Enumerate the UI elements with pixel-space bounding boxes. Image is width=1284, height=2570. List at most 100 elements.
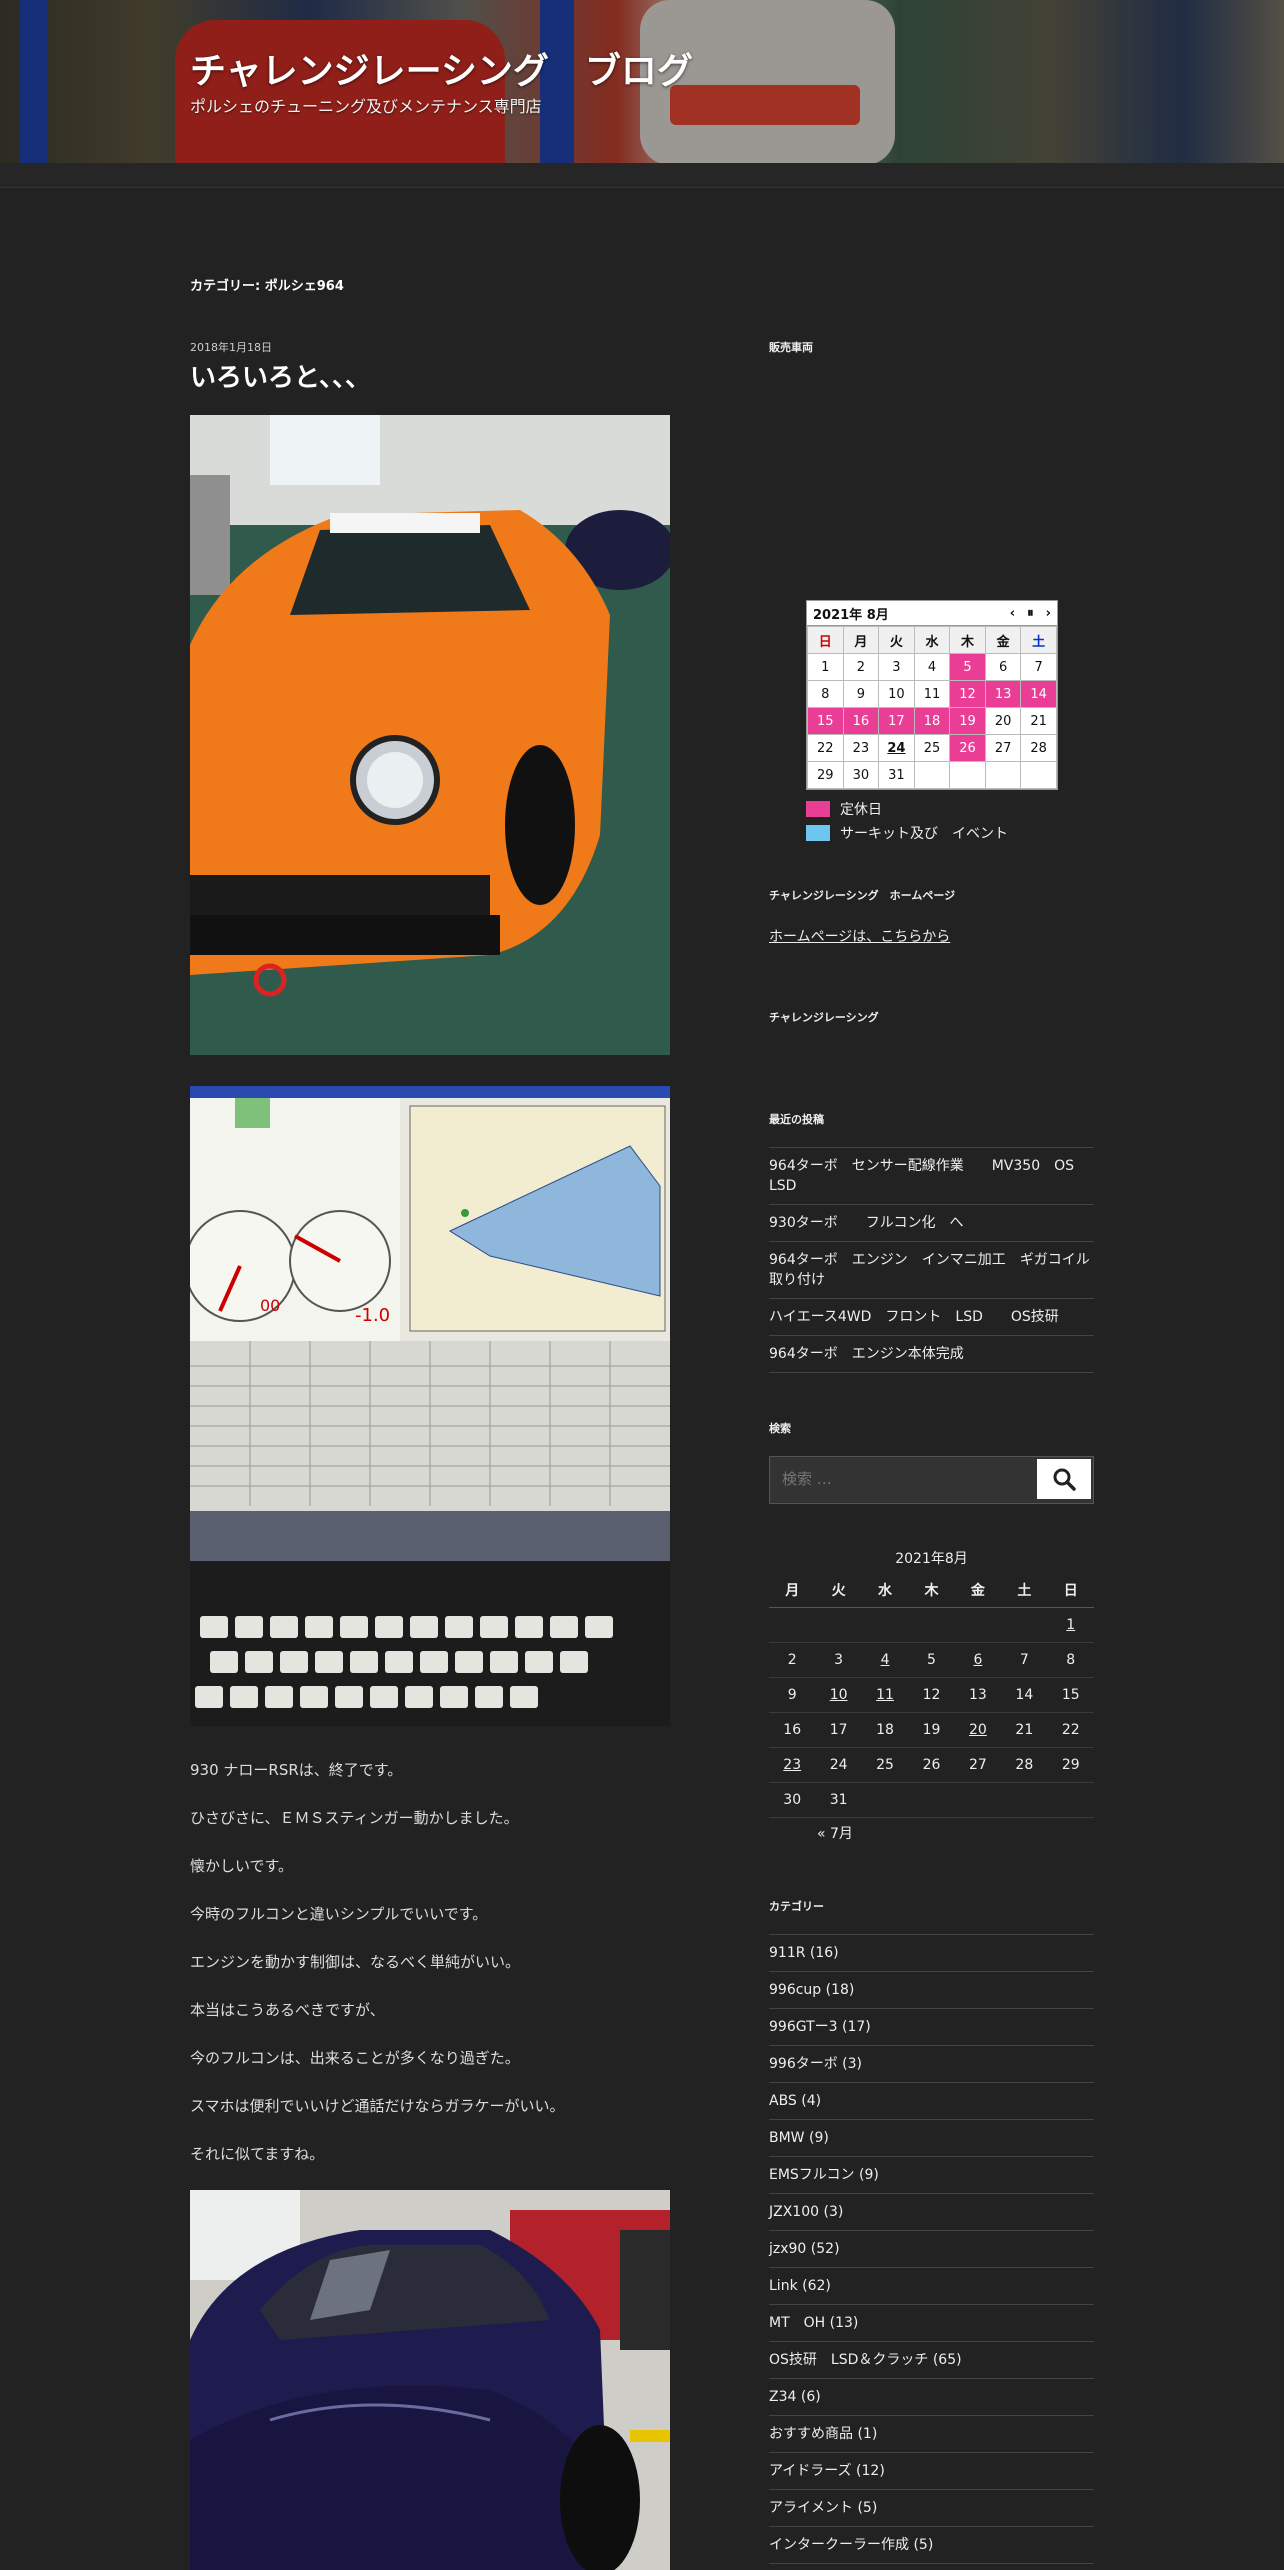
recent-posts-heading: 最近の投稿 bbox=[769, 1113, 824, 1126]
post-date[interactable]: 2018年1月18日 bbox=[190, 339, 272, 355]
category-link[interactable]: OS技研 LSD＆クラッチ (65) bbox=[769, 2342, 1094, 2379]
calendar-day: 1 bbox=[807, 653, 844, 681]
previous-month-link[interactable]: « 7月 bbox=[817, 1826, 853, 1842]
category-link[interactable]: ABS (4) bbox=[769, 2083, 1094, 2120]
calendar-day: 17 bbox=[815, 1712, 862, 1748]
calendar-day-holiday: 17 bbox=[878, 707, 915, 735]
post-paragraph: 本当はこうあるべきですが、 bbox=[190, 2001, 385, 2019]
weekday-header: 火 bbox=[878, 626, 915, 654]
legend-holiday: 定休日 bbox=[806, 799, 882, 819]
calendar-day-link[interactable]: 23 bbox=[783, 1757, 801, 1773]
category-link[interactable]: Z34 (6) bbox=[769, 2379, 1094, 2416]
weekday-header: 日 bbox=[807, 626, 844, 654]
calendar-day: 19 bbox=[908, 1712, 955, 1748]
category-link[interactable]: アイドラーズ (12) bbox=[769, 2453, 1094, 2490]
calendar-day: 21 bbox=[1020, 707, 1057, 735]
category-link[interactable]: 996ターボ (3) bbox=[769, 2046, 1094, 2083]
calendar-day: 9 bbox=[769, 1677, 816, 1713]
post-title[interactable]: いろいろと、、、 bbox=[190, 357, 371, 394]
category-link[interactable]: 996GTー3 (17) bbox=[769, 2009, 1094, 2046]
weekday-header: 日 bbox=[1047, 1573, 1094, 1608]
category-link[interactable]: EMSフルコン (9) bbox=[769, 2157, 1094, 2194]
calendar-day-today: 24 bbox=[878, 734, 915, 762]
legend-label: サーキット及び イベント bbox=[840, 826, 1008, 842]
calendar-day: 1 bbox=[1047, 1607, 1094, 1643]
search-button[interactable] bbox=[1037, 1459, 1091, 1499]
categories-list: 911R (16) 996cup (18) 996GTー3 (17) 996ター… bbox=[769, 1934, 1094, 2564]
calendar-day: 20 bbox=[954, 1712, 1002, 1748]
chevron-left-icon[interactable]: ‹ bbox=[1010, 606, 1015, 621]
calendar-day-link[interactable]: 1 bbox=[1066, 1617, 1075, 1633]
calendar-day-link[interactable]: 6 bbox=[973, 1652, 982, 1668]
homepage-heading: チャレンジレーシング ホームページ bbox=[769, 889, 956, 902]
calendar-day-link[interactable]: 4 bbox=[881, 1652, 890, 1668]
archive-title: カテゴリー: ポルシェ964 bbox=[190, 279, 344, 294]
category-link[interactable]: 996cup (18) bbox=[769, 1972, 1094, 2009]
site-title[interactable]: チャレンジレーシング ブログ bbox=[190, 42, 693, 94]
category-link[interactable]: jzx90 (52) bbox=[769, 2231, 1094, 2268]
calendar-day bbox=[954, 1782, 1002, 1818]
category-link[interactable]: アライメント (5) bbox=[769, 2490, 1094, 2527]
legend-circuit-event: サーキット及び イベント bbox=[806, 823, 1008, 843]
calendar-day: 5 bbox=[908, 1642, 955, 1678]
weekday-header: 木 bbox=[949, 626, 986, 654]
calendar-day: 23 bbox=[769, 1747, 816, 1783]
calendar-day: 12 bbox=[908, 1677, 955, 1713]
calendar-day-holiday: 5 bbox=[949, 653, 986, 681]
post-paragraph: スマホは便利でいいけど通話だけならガラケーがいい。 bbox=[190, 2097, 565, 2115]
calendar-day bbox=[1047, 1782, 1094, 1818]
calendar-day bbox=[908, 1782, 955, 1818]
calendar-day: 27 bbox=[984, 734, 1022, 762]
category-link[interactable]: おすすめ商品 (1) bbox=[769, 2416, 1094, 2453]
calendar-day-link[interactable]: 11 bbox=[876, 1687, 894, 1703]
calendar-day: 14 bbox=[1001, 1677, 1048, 1713]
recent-post-link[interactable]: 964ターボ センサー配線作業 MV350 OS LSD bbox=[769, 1148, 1094, 1205]
calendar-day-holiday: 16 bbox=[842, 707, 880, 735]
calendar-day bbox=[984, 761, 1022, 789]
category-link[interactable]: JZX100 (3) bbox=[769, 2194, 1094, 2231]
homepage-link[interactable]: ホームページは、こちらから bbox=[769, 926, 950, 946]
pause-icon[interactable]: ⏸ bbox=[1027, 606, 1034, 621]
calendar-day: 18 bbox=[861, 1712, 909, 1748]
calendar-day: 26 bbox=[908, 1747, 955, 1783]
category-link[interactable]: Link (62) bbox=[769, 2268, 1094, 2305]
calendar-day: 20 bbox=[984, 707, 1022, 735]
category-link[interactable]: MT OH (13) bbox=[769, 2305, 1094, 2342]
legend-swatch-blue bbox=[806, 825, 830, 841]
calendar-day: 25 bbox=[913, 734, 951, 762]
recent-post-link[interactable]: ハイエース4WD フロント LSD OS技研 bbox=[769, 1299, 1094, 1336]
calendar-day-holiday: 13 bbox=[984, 680, 1022, 708]
calendar-day: 29 bbox=[807, 761, 844, 789]
category-link[interactable]: インタークーラー作成 (5) bbox=[769, 2527, 1094, 2564]
calendar-day: 16 bbox=[769, 1712, 816, 1748]
calendar-day: 3 bbox=[815, 1642, 862, 1678]
category-link[interactable]: 911R (16) bbox=[769, 1935, 1094, 1972]
recent-post-link[interactable]: 964ターボ エンジン インマニ加工 ギガコイル取り付け bbox=[769, 1242, 1094, 1299]
calendar-day: 15 bbox=[1047, 1677, 1094, 1713]
calendar-day-link[interactable]: 10 bbox=[830, 1687, 848, 1703]
search-input[interactable] bbox=[770, 1457, 1054, 1501]
calendar-day: 28 bbox=[1001, 1747, 1048, 1783]
calendar-day: 23 bbox=[842, 734, 880, 762]
recent-post-link[interactable]: 930ターボ フルコン化 へ bbox=[769, 1205, 1094, 1242]
weekday-header: 土 bbox=[1001, 1573, 1048, 1608]
calendar-day: 13 bbox=[954, 1677, 1002, 1713]
category-link[interactable]: BMW (9) bbox=[769, 2120, 1094, 2157]
chevron-right-icon[interactable]: › bbox=[1046, 606, 1051, 621]
categories-heading: カテゴリー bbox=[769, 1900, 824, 1913]
calendar-day bbox=[861, 1607, 909, 1643]
calendar-day: 27 bbox=[954, 1747, 1002, 1783]
calendar-day bbox=[908, 1607, 955, 1643]
calendar-day: 21 bbox=[1001, 1712, 1048, 1748]
post-calendar: 2021年8月 月 火 水 木 金 土 日 1 2 3 4 5 6 7 8 9 … bbox=[769, 1545, 1094, 1850]
post-image-blue-porsche bbox=[190, 2190, 670, 2570]
calendar-day bbox=[949, 761, 986, 789]
calendar-day-link[interactable]: 20 bbox=[969, 1722, 987, 1738]
calendar-day-holiday: 14 bbox=[1020, 680, 1057, 708]
post-paragraph: 今のフルコンは、出来ることが多くなり過ぎた。 bbox=[190, 2049, 520, 2067]
weekday-header: 水 bbox=[913, 626, 951, 654]
legend-swatch-pink bbox=[806, 801, 830, 817]
calendar-day bbox=[1001, 1782, 1048, 1818]
recent-post-link[interactable]: 964ターボ エンジン本体完成 bbox=[769, 1336, 1094, 1373]
calendar-day: 6 bbox=[954, 1642, 1002, 1678]
